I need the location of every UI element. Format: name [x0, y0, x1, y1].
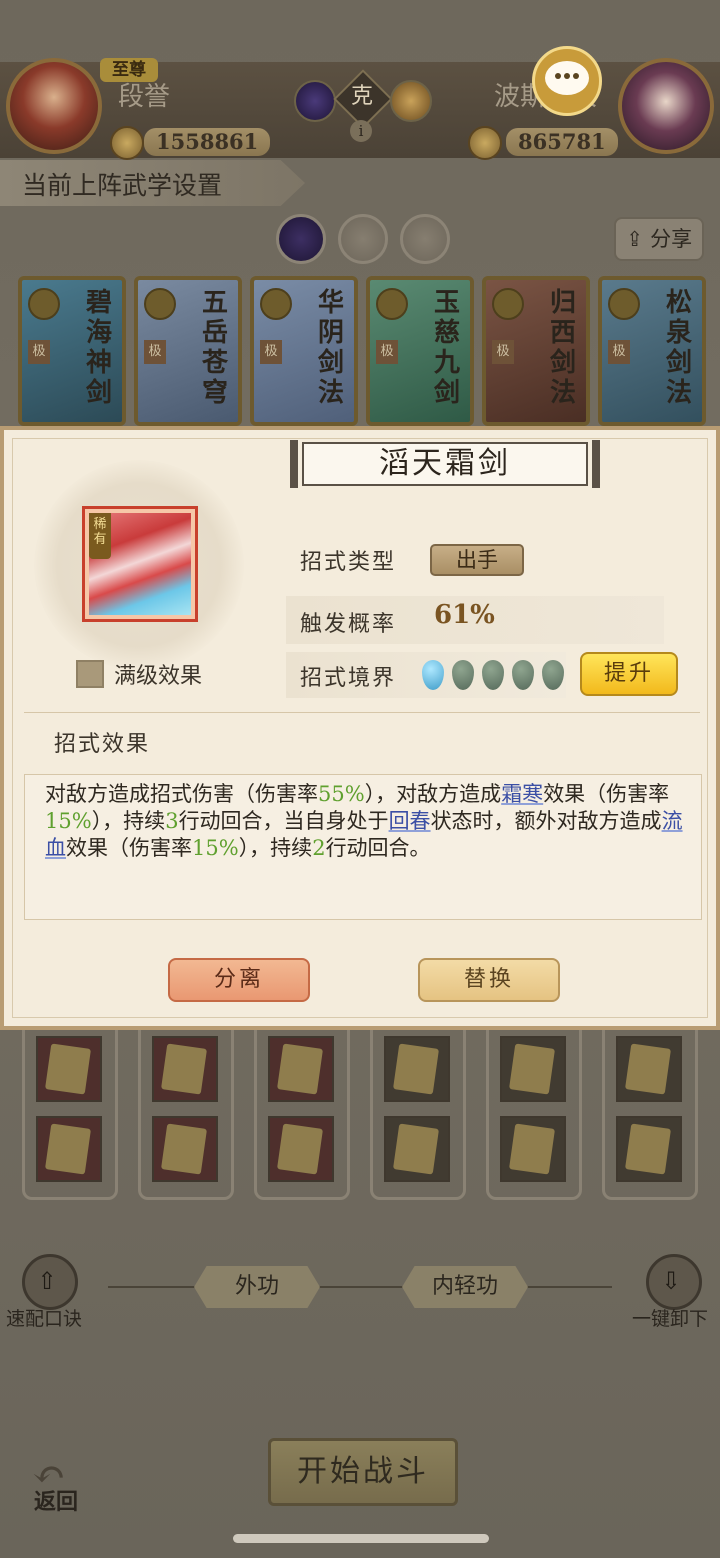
crescent-filter-icon[interactable]	[400, 214, 450, 264]
level-tag: 极	[28, 340, 50, 364]
manual-scroll-icon[interactable]	[500, 1036, 566, 1102]
sun-orb-icon	[390, 80, 432, 122]
replace-button[interactable]: 替换	[418, 958, 560, 1002]
divider	[24, 712, 700, 713]
skill-card[interactable]: 极 碧海神剑	[18, 276, 126, 426]
skill-card[interactable]: 极 归西剑法	[482, 276, 590, 426]
home-indicator	[233, 1534, 489, 1543]
medal-icon	[376, 288, 408, 320]
upload-icon: ⇧	[37, 1267, 58, 1295]
bracket-left	[290, 440, 298, 488]
effect-box: 对敌方造成招式伤害（伤害率55%），对敌方造成霜寒效果（伤害率15%），持续3行…	[24, 774, 702, 920]
rarity-tag: 稀有	[89, 513, 111, 559]
manual-scroll-icon[interactable]	[36, 1036, 102, 1102]
tab-outer[interactable]: 外功	[194, 1266, 320, 1308]
chat-icon	[545, 61, 589, 95]
start-battle-button[interactable]: 开始战斗	[268, 1438, 458, 1506]
tab-divider	[108, 1286, 612, 1288]
manual-scroll-icon[interactable]	[384, 1116, 450, 1182]
back-label: 返回	[34, 1489, 79, 1515]
card-title: 五岳苍穹	[202, 288, 229, 408]
probability-label: 触发概率	[300, 612, 397, 637]
keyword-frost[interactable]: 霜寒	[501, 782, 543, 806]
power-icon-right	[468, 126, 502, 160]
level-tag: 极	[376, 340, 398, 364]
quick-equip-button[interactable]: ⇧	[22, 1254, 78, 1310]
left-player-power: 1558861	[144, 128, 271, 156]
card-title: 归西剑法	[550, 288, 577, 408]
skill-name-frame: 滔天霜剑	[290, 440, 600, 488]
bracket-right	[592, 440, 600, 488]
skill-card[interactable]: 极 玉慈九剑	[366, 276, 474, 426]
damage-rate-value: 15%	[192, 836, 239, 860]
medal-icon	[492, 288, 524, 320]
damage-rate-value: 15%	[45, 809, 92, 833]
manual-scroll-icon[interactable]	[36, 1116, 102, 1182]
moon-orb-icon	[294, 80, 336, 122]
duration-value: 2	[312, 836, 326, 860]
skill-detail-modal: 稀有 满级效果 滔天霜剑 招式类型 出手 触发概率 61% 招式境界 提升 招式…	[0, 426, 720, 1030]
info-icon[interactable]: i	[350, 120, 372, 142]
share-label: 分享	[650, 227, 693, 251]
card-title: 玉慈九剑	[434, 288, 461, 408]
upgrade-button[interactable]: 提升	[580, 652, 678, 696]
level-tag: 极	[260, 340, 282, 364]
download-icon: ⇩	[661, 1267, 682, 1295]
section-title: 当前上阵武学设置	[22, 171, 223, 200]
type-label: 招式类型	[300, 550, 397, 575]
separate-button[interactable]: 分离	[168, 958, 310, 1002]
share-button[interactable]: ⇪ 分享	[614, 217, 704, 261]
level-tag: 极	[608, 340, 630, 364]
right-player-avatar[interactable]	[618, 58, 714, 154]
manual-scroll-icon[interactable]	[616, 1036, 682, 1102]
medal-icon	[608, 288, 640, 320]
left-player-avatar[interactable]	[6, 58, 102, 154]
duration-value: 3	[165, 809, 179, 833]
medal-icon	[28, 288, 60, 320]
skill-icon: 稀有	[82, 506, 198, 622]
quick-equip-label: 速配口诀	[6, 1308, 83, 1330]
medal-icon	[144, 288, 176, 320]
skill-card[interactable]: 极 华阴剑法	[250, 276, 358, 426]
card-title: 华阴剑法	[318, 288, 345, 408]
right-player-power: 865781	[506, 128, 618, 156]
tab-inner[interactable]: 内轻功	[402, 1266, 528, 1308]
skill-name: 滔天霜剑	[302, 442, 588, 486]
counter-label: 克	[350, 84, 373, 109]
type-value: 出手	[430, 544, 524, 576]
max-level-checkbox[interactable]	[76, 660, 104, 688]
manual-scroll-icon[interactable]	[384, 1036, 450, 1102]
manual-scroll-icon[interactable]	[268, 1036, 334, 1102]
skill-card[interactable]: 极 松泉剑法	[598, 276, 706, 426]
keyword-rejuvenate[interactable]: 回春	[389, 809, 431, 833]
level-tag: 极	[144, 340, 166, 364]
unload-all-label: 一键卸下	[632, 1308, 709, 1330]
moon-filter-icon[interactable]	[276, 214, 326, 264]
manual-scroll-icon[interactable]	[152, 1116, 218, 1182]
damage-rate-value: 55%	[318, 782, 365, 806]
back-button[interactable]: ↶ 返回	[28, 1448, 104, 1524]
card-title: 碧海神剑	[86, 288, 113, 408]
manual-scroll-icon[interactable]	[500, 1116, 566, 1182]
skill-card[interactable]: 极 五岳苍穹	[134, 276, 242, 426]
level-tag: 极	[492, 340, 514, 364]
effect-description: 对敌方造成招式伤害（伤害率55%），对敌方造成霜寒效果（伤害率15%），持续3行…	[45, 782, 683, 860]
unload-all-button[interactable]: ⇩	[646, 1254, 702, 1310]
sun-filter-icon[interactable]	[338, 214, 388, 264]
max-level-label: 满级效果	[114, 664, 203, 689]
manual-scroll-icon[interactable]	[268, 1116, 334, 1182]
power-icon	[110, 126, 144, 160]
left-player-name: 段誉	[118, 82, 171, 112]
section-header: 当前上阵武学设置	[0, 160, 305, 206]
realm-label: 招式境界	[300, 666, 397, 691]
card-title: 松泉剑法	[666, 288, 693, 408]
chat-bubble-button[interactable]	[532, 46, 602, 116]
medal-icon	[260, 288, 292, 320]
effect-heading: 招式效果	[54, 732, 151, 757]
share-icon: ⇪	[625, 227, 644, 251]
manual-scroll-icon[interactable]	[616, 1116, 682, 1182]
manual-scroll-icon[interactable]	[152, 1036, 218, 1102]
probability-value: 61%	[434, 600, 495, 630]
